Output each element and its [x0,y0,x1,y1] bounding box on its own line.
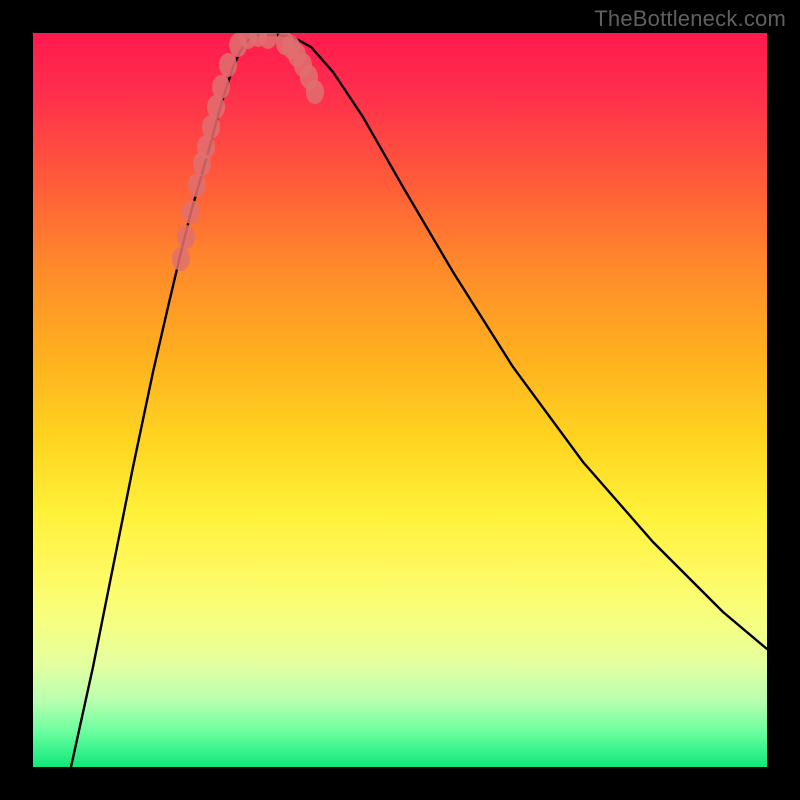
chart-svg [33,33,767,767]
scatter-dot [188,173,206,197]
scatter-dot [182,200,200,224]
scatter-dot [177,225,195,249]
scatter-dots [172,33,324,271]
scatter-dot [172,247,190,271]
plot-area [33,33,767,767]
scatter-dot [306,80,324,104]
scatter-dot [212,75,230,99]
watermark-text: TheBottleneck.com [594,6,786,32]
chart-frame: TheBottleneck.com [0,0,800,800]
scatter-dot [259,33,277,49]
scatter-dot [219,53,237,77]
bottleneck-curve [71,35,767,767]
